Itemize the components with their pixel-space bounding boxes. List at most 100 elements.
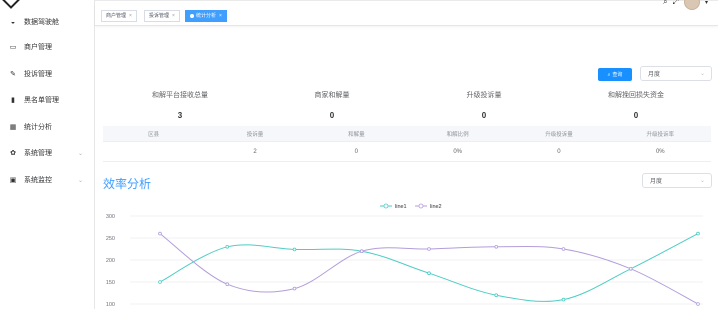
logo-icon <box>1 0 21 9</box>
legend-label: line1 <box>395 204 407 210</box>
data-point <box>696 231 700 236</box>
data-point <box>292 247 297 252</box>
efficiency-period-value: 月度 <box>650 179 663 185</box>
sidebar-item[interactable]: ▮ 黑名单管理 <box>0 90 95 110</box>
legend-marker <box>418 203 424 209</box>
data-point <box>494 293 499 297</box>
tag-label: 统计分析 <box>196 13 217 19</box>
fullscreen-icon[interactable]: ⤢ <box>673 0 679 7</box>
close-icon[interactable]: × <box>129 13 132 19</box>
merchant-icon: ▭ <box>9 44 17 51</box>
data-point <box>292 286 297 291</box>
close-icon[interactable]: × <box>172 13 175 19</box>
sidebar-item[interactable]: ✎ 投诉管理 <box>0 64 95 84</box>
top-divider <box>95 0 718 1</box>
blacklist-icon: ▮ <box>11 97 15 104</box>
period-select[interactable]: 月度 ⌄ <box>640 66 712 81</box>
chevron-down-icon[interactable]: ▾ <box>705 0 708 6</box>
sidebar-item-label: 系统监控 <box>24 177 52 184</box>
data-point <box>427 247 431 251</box>
legend-label: line2 <box>430 204 442 210</box>
app: ◒ 数据驾驶舱 ▭ 商户管理 ✎ 投诉管理 ▮ 黑名单管理 ▦ 统计分析 ✿ 系统管理 ⌄ ▣ 系统监控 ⌄ … <box>0 0 718 309</box>
y-tick-label: 300 <box>106 214 115 220</box>
tag-statistics[interactable]: 统计分析 × <box>185 10 227 22</box>
data-point <box>359 249 364 253</box>
avatar[interactable] <box>683 0 700 10</box>
table-row[interactable]: 2 0 0% 0 0% <box>103 142 711 162</box>
search-icon[interactable]: ⌕ <box>663 0 667 7</box>
column-header[interactable]: 升级投诉率 <box>610 126 711 141</box>
table-cell: 0 <box>557 148 561 155</box>
complaint-icon: ✎ <box>10 71 16 78</box>
data-point <box>427 271 431 275</box>
tag-label: 商户管理 <box>106 13 127 19</box>
sidebar: ◒ 数据驾驶舱 ▭ 商户管理 ✎ 投诉管理 ▮ 黑名单管理 ▦ 统计分析 ✿ 系统管理 ⌄ ▣ 系统监控 ⌄ <box>0 0 95 309</box>
navbar-right: ⌕ ⤢ ▾ <box>663 0 708 10</box>
column-header[interactable]: 投诉量 <box>204 126 305 141</box>
data-point <box>561 247 566 251</box>
efficiency-period-select[interactable]: 月度 ⌄ <box>642 173 712 188</box>
sidebar-item-label: 统计分析 <box>24 124 52 131</box>
dashboard-icon: ◒ <box>10 18 16 26</box>
data-point <box>225 244 230 249</box>
series-line-line1 <box>159 233 699 302</box>
tag-complaint[interactable]: 投诉管理 × <box>144 10 180 22</box>
close-icon[interactable]: × <box>219 13 222 19</box>
active-dot-icon <box>190 13 194 18</box>
stat-value-settled: 0 <box>329 111 335 120</box>
sidebar-item[interactable]: ▦ 统计分析 <box>0 117 95 137</box>
statistics-icon: ▦ <box>9 124 17 131</box>
data-point <box>158 280 162 284</box>
stat-value-recovered: 0 <box>633 111 639 120</box>
chevron-down-icon: ⌄ <box>699 178 705 184</box>
sidebar-item[interactable]: ✿ 系统管理 ⌄ <box>0 143 95 163</box>
stat-value-escalated: 0 <box>481 111 487 120</box>
y-tick-label: 100 <box>106 302 115 308</box>
tag-label: 投诉管理 <box>149 13 170 19</box>
data-point <box>158 231 162 236</box>
logo <box>0 0 94 10</box>
y-tick-label: 200 <box>106 258 115 264</box>
tags-view: 商户管理 × 投诉管理 × 统计分析 × <box>95 4 718 26</box>
sidebar-item[interactable]: ▣ 系统监控 ⌄ <box>0 170 95 190</box>
sidebar-item[interactable]: ▭ 商户管理 <box>0 37 95 57</box>
table-cell: 0 <box>354 148 358 155</box>
sidebar-item-label: 商户管理 <box>24 44 52 51</box>
y-tick-label: 250 <box>106 236 115 242</box>
chevron-down-icon: ⌄ <box>77 150 83 157</box>
stat-title-received: 和解平台接收总量 <box>152 92 208 99</box>
column-header[interactable]: 和解量 <box>306 126 407 141</box>
tag-merchant[interactable]: 商户管理 × <box>101 10 137 22</box>
efficiency-chart: 100 150 200 250 300 line1 line2 <box>106 203 703 308</box>
column-header[interactable]: 和解比例 <box>407 126 508 141</box>
y-tick-label: 150 <box>106 280 115 286</box>
stat-value-received: 3 <box>177 111 183 120</box>
chevron-down-icon: ⌄ <box>77 177 83 184</box>
sidebar-item-label: 黑名单管理 <box>24 97 59 104</box>
legend-marker <box>383 203 389 209</box>
sidebar-item[interactable]: ◒ 数据驾驶舱 <box>0 12 95 32</box>
gear-icon: ✿ <box>10 150 16 157</box>
table-cell <box>103 142 204 161</box>
sidebar-item-label: 数据驾驶舱 <box>24 19 59 26</box>
column-header[interactable]: 升级投诉量 <box>508 126 609 141</box>
table-cell: 2 <box>253 148 257 155</box>
search-button[interactable]: ⌕ 查询 <box>598 68 632 81</box>
data-point <box>225 282 230 286</box>
series-line-line2 <box>159 233 699 305</box>
data-point <box>696 302 700 306</box>
column-header[interactable]: 区县 <box>103 126 204 141</box>
table-header: 区县 投诉量 和解量 和解比例 升级投诉量 升级投诉率 <box>103 126 711 142</box>
period-select-value: 月度 <box>648 72 661 78</box>
sidebar-item-label: 系统管理 <box>24 150 52 157</box>
stats-table: 区县 投诉量 和解量 和解比例 升级投诉量 升级投诉率 2 0 0% 0 0% <box>103 126 711 162</box>
stat-title-settled: 商家和解量 <box>314 92 350 99</box>
chevron-down-icon: ⌄ <box>699 71 705 77</box>
data-point <box>494 244 499 249</box>
stat-title-escalated: 升级投诉量 <box>466 92 502 99</box>
search-button-label: 查询 <box>612 72 623 78</box>
data-point <box>628 267 633 271</box>
monitor-icon: ▣ <box>9 177 17 184</box>
stat-title-recovered: 和解挽回损失资金 <box>608 92 664 99</box>
table-cell: 0% <box>453 148 462 155</box>
